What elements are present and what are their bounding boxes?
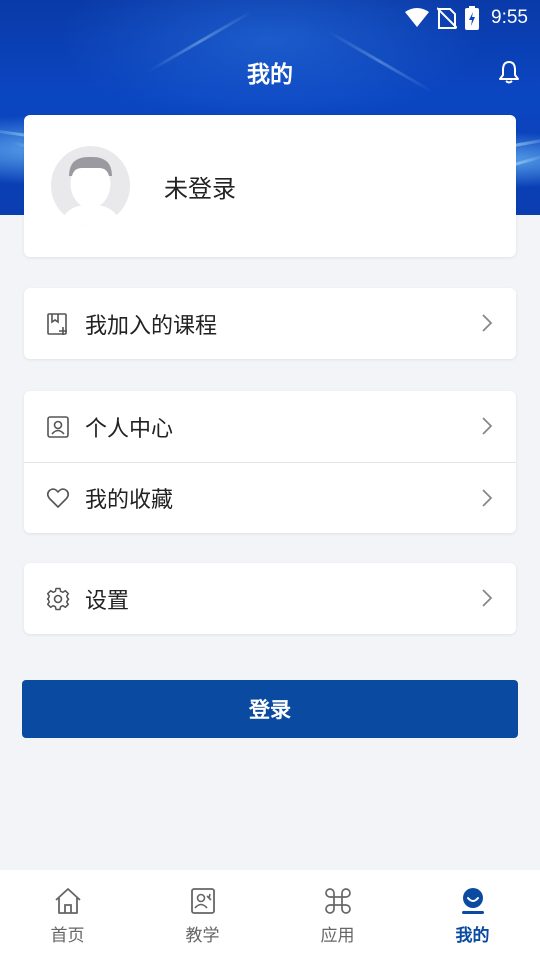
apps-icon <box>324 888 351 914</box>
menu-item-favorites[interactable]: 我的收藏 <box>24 462 516 533</box>
profile-card[interactable]: 未登录 <box>24 115 516 257</box>
menu-group-courses: 我加入的课程 <box>24 288 516 359</box>
menu-group-settings: 设置 <box>24 563 516 634</box>
tab-label: 应用 <box>320 926 355 946</box>
bottom-tab-bar: 首页 教学 应用 我的 <box>0 870 540 960</box>
gear-icon <box>46 587 70 610</box>
heart-icon <box>46 488 70 508</box>
bell-icon[interactable] <box>498 60 520 84</box>
course-icon <box>47 312 67 335</box>
home-icon <box>54 888 81 914</box>
tab-home[interactable]: 首页 <box>0 870 135 960</box>
menu-item-label: 个人中心 <box>85 416 174 442</box>
chevron-right-icon <box>482 489 493 507</box>
menu-item-label: 我的收藏 <box>85 488 174 513</box>
battery-icon <box>465 6 480 30</box>
menu-item-settings[interactable]: 设置 <box>24 563 516 634</box>
menu-item-personal-center[interactable]: 个人中心 <box>24 391 516 462</box>
teaching-icon <box>190 888 215 914</box>
default-avatar-icon <box>61 156 120 225</box>
tab-teaching[interactable]: 教学 <box>135 870 270 960</box>
login-button[interactable]: 登录 <box>22 680 518 738</box>
chevron-right-icon <box>482 589 493 607</box>
no-sim-icon <box>437 7 458 29</box>
chevron-right-icon <box>482 417 493 435</box>
tab-label: 首页 <box>50 926 85 946</box>
tab-apps[interactable]: 应用 <box>270 870 405 960</box>
tab-label: 我的 <box>455 926 490 946</box>
user-icon <box>461 888 484 914</box>
menu-item-my-courses[interactable]: 我加入的课程 <box>24 288 516 359</box>
chevron-right-icon <box>482 314 493 332</box>
title-bar: 我的 <box>0 52 540 92</box>
menu-group-personal: 个人中心 我的收藏 <box>24 391 516 533</box>
status-bar: 9:55 <box>0 0 540 36</box>
menu-item-label: 设置 <box>85 588 130 614</box>
tab-label: 教学 <box>185 926 220 946</box>
menu-item-label: 我加入的课程 <box>85 313 218 339</box>
avatar[interactable] <box>51 146 130 225</box>
profile-name[interactable]: 未登录 <box>164 169 236 204</box>
person-card-icon <box>47 415 69 438</box>
page-title: 我的 <box>247 62 293 88</box>
wifi-icon <box>405 8 430 27</box>
status-time: 9:55 <box>491 7 528 28</box>
tab-mine[interactable]: 我的 <box>405 870 540 960</box>
